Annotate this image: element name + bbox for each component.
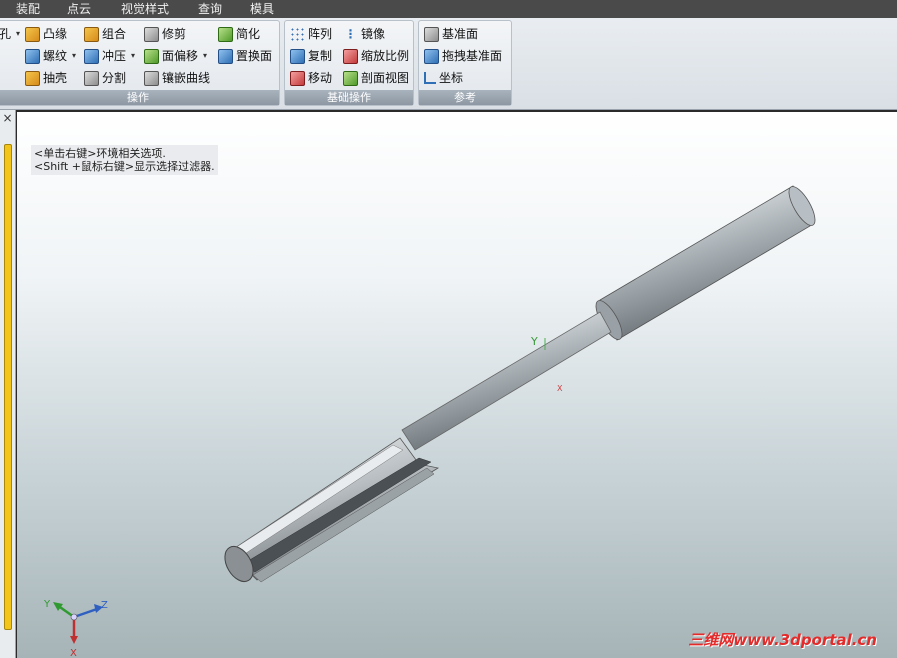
section-view-button[interactable]: 剖面视图 <box>343 68 409 88</box>
boss-label: 凸缘 <box>43 27 68 41</box>
3d-viewport[interactable]: <单击右键>环境相关选项. <Shift +鼠标右键>显示选择过滤器. Y X … <box>17 112 897 658</box>
hole-label: 孔 <box>0 27 12 41</box>
mirror-icon: ⋮ <box>344 26 357 41</box>
menu-mold[interactable]: 模具 <box>250 1 274 17</box>
reamer-neck <box>401 311 612 451</box>
combine-label: 组合 <box>102 27 127 41</box>
simplify-icon <box>218 26 233 42</box>
group-label-reference: 参考 <box>419 90 511 105</box>
combine-button[interactable]: 组合 <box>84 24 126 44</box>
split-label: 分割 <box>102 71 127 85</box>
drag-datum-label: 拖拽基准面 <box>442 49 503 63</box>
scale-label: 缩放比例 <box>361 49 410 63</box>
simplify-button[interactable]: 简化 <box>218 24 260 44</box>
boss-button[interactable]: 凸缘 <box>25 24 67 44</box>
combine-icon <box>84 26 99 42</box>
boss-icon <box>25 26 40 42</box>
watermark: 三维网www.3dportal.cn <box>688 631 877 649</box>
axis-x-label: X <box>557 384 563 393</box>
datum-plane-label: 基准面 <box>442 27 479 41</box>
face-offset-label: 面偏移 <box>162 49 199 63</box>
close-icon[interactable]: × <box>1 112 14 125</box>
triad-y-label: Y <box>43 599 51 610</box>
copy-button[interactable]: 复制 <box>290 46 332 66</box>
reamer-shank <box>595 185 816 341</box>
trim-icon <box>144 26 159 42</box>
trim-button[interactable]: 修剪 <box>144 24 186 44</box>
group-label-operations: 操作 <box>0 90 279 105</box>
shell-label: 抽壳 <box>43 71 68 85</box>
replace-face-button[interactable]: 置换面 <box>218 46 272 66</box>
thread-icon <box>25 48 40 64</box>
menu-query[interactable]: 查询 <box>198 1 222 17</box>
triad-z-label: Z <box>101 600 108 611</box>
drag-datum-icon <box>424 48 439 64</box>
group-operations: 孔 ▾ 凸缘 组合 修剪 简化 螺纹 ▾ 冲压 ▾ 面偏移 ▾ 置换面 抽壳 分… <box>0 20 280 106</box>
coord-label: 坐标 <box>439 71 464 85</box>
triad-x-label: X <box>70 648 77 658</box>
emboss-curve-icon <box>144 70 159 86</box>
array-button[interactable]: 阵列 <box>290 24 332 44</box>
group-basic-operations: 阵列 ⋮ 镜像 复制 缩放比例 移动 剖面视图 基础操作 <box>284 20 414 106</box>
move-button[interactable]: 移动 <box>290 68 332 88</box>
section-view-label: 剖面视图 <box>361 71 410 85</box>
scale-button[interactable]: 缩放比例 <box>343 46 409 66</box>
menu-bar: 装配 点云 视觉样式 查询 模具 <box>0 0 897 18</box>
emboss-curve-label: 镶嵌曲线 <box>162 71 211 85</box>
group-reference: 基准面 拖拽基准面 坐标 参考 <box>418 20 512 106</box>
ribbon: 孔 ▾ 凸缘 组合 修剪 简化 螺纹 ▾ 冲压 ▾ 面偏移 ▾ 置换面 抽壳 分… <box>0 18 897 110</box>
copy-label: 复制 <box>308 49 333 63</box>
datum-plane-button[interactable]: 基准面 <box>424 24 478 44</box>
stamp-label: 冲压 <box>102 49 127 63</box>
dock-scrollbar[interactable] <box>4 144 12 630</box>
reamer-model: Y X Y Z X <box>43 185 816 658</box>
face-offset-icon <box>144 48 159 64</box>
hole-button[interactable]: 孔 ▾ <box>0 24 20 44</box>
menu-point-cloud[interactable]: 点云 <box>67 1 91 17</box>
stamp-icon <box>84 48 99 64</box>
drag-datum-button[interactable]: 拖拽基准面 <box>424 46 502 66</box>
chevron-down-icon: ▾ <box>131 51 136 60</box>
copy-icon <box>290 48 305 64</box>
datum-plane-icon <box>424 26 439 42</box>
move-label: 移动 <box>308 71 333 85</box>
move-icon <box>290 70 305 86</box>
emboss-curve-button[interactable]: 镶嵌曲线 <box>144 68 210 88</box>
scale-icon <box>343 48 358 64</box>
array-label: 阵列 <box>308 27 333 41</box>
menu-visual-style[interactable]: 视觉样式 <box>121 1 169 17</box>
view-triad: Y Z X <box>43 599 108 658</box>
mirror-button[interactable]: ⋮ 镜像 <box>343 24 386 44</box>
menu-assembly[interactable]: 装配 <box>16 1 40 17</box>
chevron-down-icon: ▾ <box>16 29 21 38</box>
trim-label: 修剪 <box>162 27 187 41</box>
face-offset-button[interactable]: 面偏移 ▾ <box>144 46 207 66</box>
thread-label: 螺纹 <box>43 49 68 63</box>
section-view-icon <box>343 70 358 86</box>
chevron-down-icon: ▾ <box>203 51 208 60</box>
shell-icon <box>25 70 40 86</box>
thread-button[interactable]: 螺纹 ▾ <box>25 46 76 66</box>
stamp-button[interactable]: 冲压 ▾ <box>84 46 135 66</box>
chevron-down-icon: ▾ <box>72 51 77 60</box>
split-icon <box>84 70 99 86</box>
shell-button[interactable]: 抽壳 <box>25 68 67 88</box>
replace-face-label: 置换面 <box>236 49 273 63</box>
group-label-basic: 基础操作 <box>285 90 413 105</box>
coord-button[interactable]: 坐标 <box>424 68 463 88</box>
split-button[interactable]: 分割 <box>84 68 126 88</box>
simplify-label: 简化 <box>236 27 261 41</box>
reamer-flutes <box>224 437 440 583</box>
mirror-label: 镜像 <box>361 27 386 41</box>
coordinate-icon <box>424 72 436 84</box>
axis-y-label: Y <box>530 335 538 348</box>
replace-face-icon <box>218 48 233 64</box>
array-icon <box>290 26 305 42</box>
